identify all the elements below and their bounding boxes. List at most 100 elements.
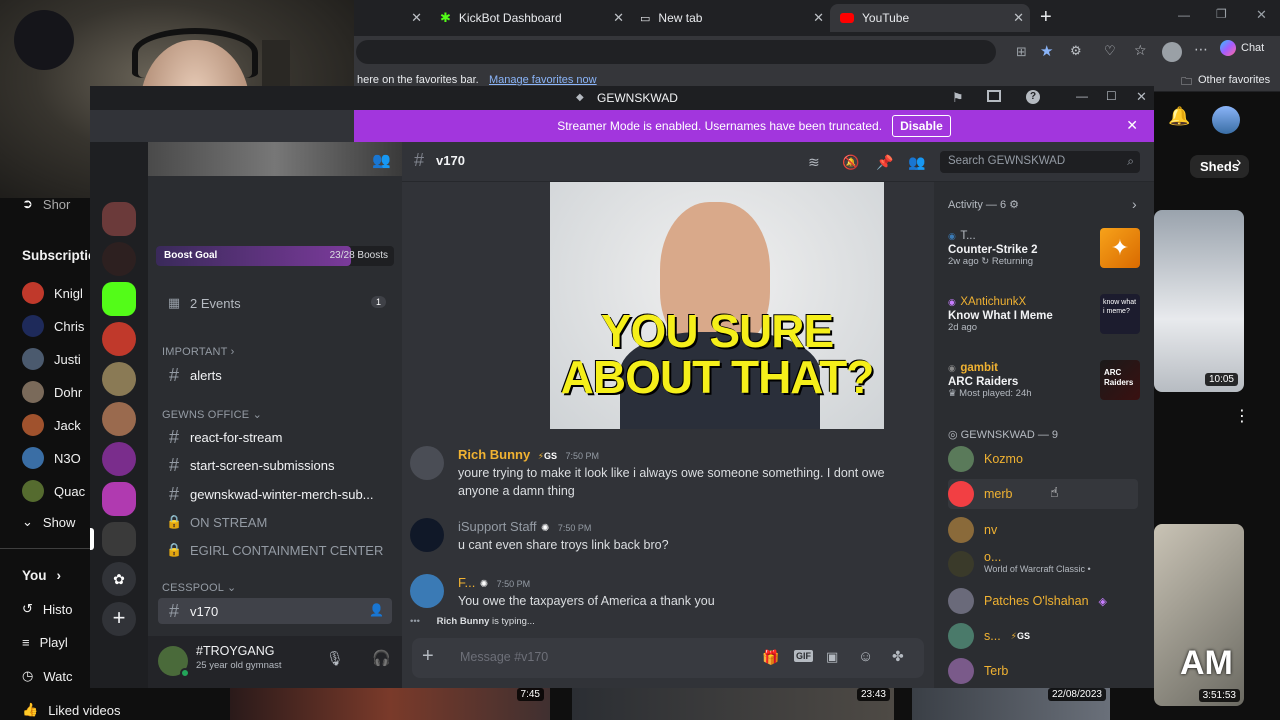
members-toggle-icon[interactable]: 👥 — [372, 151, 391, 169]
message-composer[interactable]: + Message #v170 🎁 GIF ▣ ☺ ✤ — [412, 638, 924, 678]
video-thumbnail[interactable]: 22/08/2023 — [912, 686, 1110, 720]
more-vert-icon[interactable]: ⋮ — [1234, 406, 1250, 426]
sticker-icon[interactable]: ▣ — [826, 649, 838, 665]
maximize-icon[interactable]: ☐ — [1106, 89, 1117, 103]
channel-alerts[interactable]: # alerts — [158, 362, 392, 388]
close-icon[interactable]: ✕ — [411, 10, 422, 26]
category-cesspool[interactable]: CESSPOOL ⌄ — [162, 581, 236, 594]
video-thumbnail[interactable]: 23:43 — [572, 686, 894, 720]
apps-icon[interactable]: ✤ — [892, 648, 904, 665]
member-item[interactable]: Kozmo — [948, 444, 1023, 474]
sub-item[interactable]: Quac — [22, 480, 85, 502]
search-input[interactable]: Search GEWNSKWAD ⌕ — [940, 151, 1140, 173]
member-item[interactable]: s... ⚡GS — [948, 621, 1030, 651]
video-thumbnail[interactable]: 7:45 — [230, 686, 550, 720]
notifications-bell-icon[interactable]: 🔔 — [1168, 106, 1190, 127]
extensions-icon[interactable]: ⚙ — [1070, 43, 1082, 59]
avatar[interactable] — [410, 518, 444, 552]
new-tab-button[interactable]: + — [1040, 6, 1052, 29]
chevron-right-icon[interactable]: › — [1132, 196, 1137, 212]
more-icon[interactable]: ⋯ — [1194, 41, 1208, 58]
server-icon[interactable] — [102, 362, 136, 396]
sub-item[interactable]: Dohr — [22, 381, 82, 403]
server-icon[interactable] — [102, 442, 136, 476]
sub-item[interactable]: Jack — [22, 414, 81, 436]
help-icon[interactable]: ? — [1026, 90, 1040, 104]
minimize-icon[interactable]: — — [1178, 8, 1190, 22]
gif-icon[interactable]: GIF — [794, 650, 813, 662]
show-more[interactable]: ⌄ Show — [22, 514, 75, 530]
server-icon[interactable] — [102, 322, 136, 356]
close-window-icon[interactable]: ✕ — [1136, 89, 1147, 105]
server-icon[interactable] — [102, 402, 136, 436]
close-window-icon[interactable]: ✕ — [1256, 7, 1267, 23]
browser-essentials-icon[interactable]: ♡ — [1104, 43, 1116, 59]
close-icon[interactable]: ✕ — [1126, 117, 1138, 134]
flag-icon[interactable]: ⚑ — [952, 90, 964, 106]
channel-egirl[interactable]: 🔒 EGIRL CONTAINMENT CENTER — [158, 537, 392, 563]
sidebar-item-shorts[interactable]: ➲ Shor — [22, 196, 70, 212]
server-icon[interactable] — [102, 202, 136, 236]
gift-icon[interactable]: 🎁 — [762, 649, 779, 666]
activity-card[interactable]: ◉ XAntichunkX Know What I Meme 2d ago kn… — [942, 292, 1142, 334]
add-server-icon[interactable]: + — [102, 602, 136, 636]
favorites-icon[interactable]: ☆ — [1134, 42, 1147, 59]
close-icon[interactable]: ✕ — [613, 10, 624, 26]
kick-server-icon[interactable] — [102, 282, 136, 316]
browser-tab-newtab[interactable]: ▭ New tab ✕ — [630, 4, 830, 32]
category-office[interactable]: GEWNS OFFICE ⌄ — [162, 408, 262, 421]
sidebar-item-watch-later[interactable]: ◷ Watc — [22, 668, 72, 684]
channel-start-screen[interactable]: # start-screen-submissions — [158, 452, 392, 478]
sub-item[interactable]: Justi — [22, 348, 81, 370]
emoji-icon[interactable]: ☺ — [858, 648, 873, 665]
message-author[interactable]: iSupport Staff — [458, 519, 537, 534]
meme-image[interactable]: YOU SURE ABOUT THAT? — [550, 182, 884, 429]
member-item[interactable]: Patches O'lshahan ◈ — [948, 586, 1107, 616]
avatar[interactable] — [410, 446, 444, 480]
activity-card[interactable]: ◉ T... Counter-Strike 2 2w ago ↻ Returni… — [942, 226, 1142, 268]
sub-item[interactable]: Knigl — [22, 282, 83, 304]
member-item[interactable]: Terb — [948, 656, 1008, 686]
message-author[interactable]: F... — [458, 575, 475, 590]
close-icon[interactable]: ✕ — [1013, 10, 1024, 26]
server-icon[interactable]: ✿ — [102, 562, 136, 596]
copilot-chat-button[interactable]: Chat — [1220, 40, 1264, 56]
pin-icon[interactable]: 📌 — [876, 154, 893, 170]
apps-icon[interactable]: ⊞ — [1016, 44, 1027, 60]
add-member-icon[interactable]: 👤 — [369, 603, 384, 617]
channel-on-stream[interactable]: 🔒 ON STREAM — [158, 509, 392, 535]
microphone-icon[interactable]: 🎙 — [326, 650, 344, 667]
attach-plus-icon[interactable]: + — [422, 646, 434, 666]
youtube-avatar[interactable] — [1212, 106, 1240, 134]
video-thumbnail[interactable]: 10:05 — [1154, 210, 1244, 392]
threads-icon[interactable]: ≋ — [808, 154, 824, 170]
sidebar-item-playlists[interactable]: ≡ Playl — [22, 635, 68, 650]
chevron-right-icon[interactable]: › — [1236, 154, 1241, 172]
browser-tab-partial[interactable]: ✕ — [356, 4, 428, 32]
sidebar-subscriptions[interactable]: Subscriptio — [22, 248, 96, 263]
member-item[interactable]: merb — [948, 479, 1138, 509]
member-item[interactable]: nv — [948, 515, 997, 545]
notifications-muted-icon[interactable]: 🔕 — [842, 154, 859, 170]
video-thumbnail[interactable]: AM 3:51:53 — [1154, 524, 1244, 706]
manage-favorites-link[interactable]: Manage favorites now — [489, 74, 597, 86]
events-item[interactable]: ▦ 2 Events 1 — [158, 290, 392, 316]
gewnskwad-server-icon[interactable] — [102, 522, 136, 556]
screen-share-icon[interactable] — [987, 90, 1001, 102]
channel-v170[interactable]: # v170 👤 — [158, 598, 392, 624]
message-author[interactable]: Rich Bunny — [458, 447, 530, 462]
member-item[interactable]: o... World of Warcraft Classic • — [948, 551, 1091, 585]
activity-header[interactable]: Activity — 6 ⚙ — [948, 198, 1019, 211]
profile-avatar[interactable] — [1162, 42, 1182, 62]
sub-item[interactable]: Chris — [22, 315, 84, 337]
server-icon[interactable] — [102, 482, 136, 516]
maximize-icon[interactable]: ❐ — [1216, 7, 1227, 21]
close-icon[interactable]: ✕ — [813, 10, 824, 26]
sidebar-item-liked[interactable]: 👍 Liked videos — [22, 702, 120, 718]
category-important[interactable]: IMPORTANT › — [162, 346, 235, 358]
member-list-icon[interactable]: 👥 — [908, 154, 925, 170]
avatar[interactable] — [410, 574, 444, 608]
channel-react-for-stream[interactable]: # react-for-stream — [158, 424, 392, 450]
sidebar-item-history[interactable]: ↺ Histo — [22, 601, 73, 617]
browser-tab-youtube[interactable]: YouTube ✕ — [830, 4, 1030, 32]
